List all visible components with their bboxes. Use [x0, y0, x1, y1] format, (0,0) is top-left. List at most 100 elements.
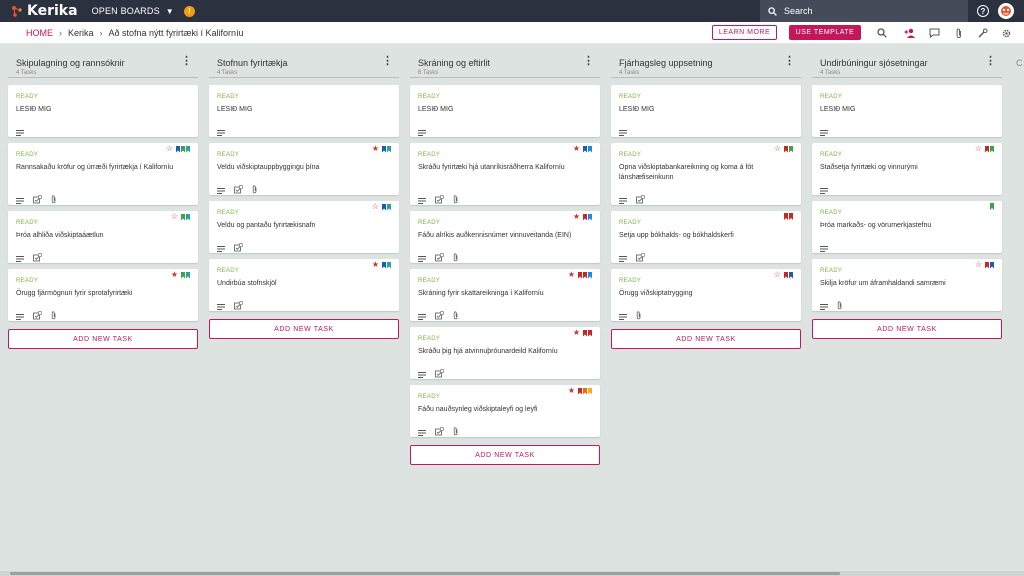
star-filled-icon[interactable]: ★ [171, 271, 178, 279]
task-card[interactable]: READY LESIÐ MIG [8, 85, 198, 137]
column-header[interactable]: Undirbúningur sjósetningar 4 Tasks ⋮ [812, 48, 1002, 78]
learn-more-button[interactable]: LEARN MORE [712, 25, 777, 40]
star-filled-icon[interactable]: ★ [568, 387, 575, 395]
task-card[interactable]: ★ READY Fáðu alríkis auðkennisnúmer vinnuv… [410, 211, 600, 263]
card-status: READY [418, 394, 441, 400]
tag-flag-icon [990, 261, 994, 269]
task-card[interactable]: ★ READY Undirbúa stofnskjöl [209, 259, 399, 311]
kerika-logo[interactable]: Kerika [10, 3, 78, 19]
card-tags: ★ [573, 145, 592, 153]
checklist-icon [435, 249, 445, 267]
card-icons [217, 181, 258, 199]
star-filled-icon[interactable]: ★ [573, 329, 580, 337]
star-outline-icon[interactable]: ☆ [774, 145, 781, 153]
star-outline-icon[interactable]: ☆ [171, 213, 178, 221]
open-boards-menu[interactable]: OPEN BOARDS ▼ [92, 6, 174, 16]
task-card[interactable]: READY Þróa markaðs- og vörumerkjastefnu [812, 201, 1002, 253]
breadcrumb-home[interactable]: HOME [26, 28, 53, 38]
star-filled-icon[interactable]: ★ [372, 261, 379, 269]
task-card[interactable]: ☆ READY Veldu og pantaðu fyrirtækisnafn [209, 201, 399, 253]
task-card[interactable]: ★ READY Skráðu þig hjá atvinnuþróunardeild… [410, 327, 600, 379]
more-vert-icon[interactable]: ⋮ [985, 56, 996, 67]
star-filled-icon[interactable]: ★ [372, 145, 379, 153]
task-card[interactable]: READY LESIÐ MIG [812, 85, 1002, 137]
task-card[interactable]: READY LESIÐ MIG [209, 85, 399, 137]
tag-flag-icon [387, 261, 391, 269]
search-box[interactable]: Search [760, 0, 968, 22]
card-title: Setja upp bókhalds- og bókhaldskerfi [619, 232, 734, 239]
task-card[interactable]: ★ READY Veldu viðskiptauppbyggingu þína [209, 143, 399, 195]
tag-flag-icon [583, 387, 587, 395]
card-status: READY [820, 94, 843, 100]
add-new-task-button[interactable]: ADD NEW TASK [8, 329, 198, 349]
use-template-button[interactable]: USE TEMPLATE [789, 25, 861, 40]
add-new-task-button[interactable]: ADD NEW TASK [611, 329, 801, 349]
description-icon [820, 123, 828, 141]
chat-icon[interactable] [928, 27, 940, 39]
breadcrumb-separator: › [59, 27, 62, 38]
checklist-icon [435, 423, 445, 441]
card-icons [16, 307, 57, 325]
more-vert-icon[interactable]: ⋮ [382, 56, 393, 67]
task-card[interactable]: READY Setja upp bókhalds- og bókhaldskerf… [611, 211, 801, 263]
star-outline-icon[interactable]: ☆ [166, 145, 173, 153]
add-new-task-button[interactable]: ADD NEW TASK [410, 445, 600, 465]
star-outline-icon[interactable]: ☆ [372, 203, 379, 211]
card-title: Skráðu fyrirtæki hjá utanríkisráðherra K… [418, 164, 565, 171]
horizontal-scrollbar[interactable] [0, 571, 1024, 576]
card-status: READY [217, 268, 240, 274]
card-title: Opna viðskiptabankareikning og koma á fó… [619, 164, 754, 181]
column-header[interactable]: Stofnun fyrirtækja 4 Tasks ⋮ [209, 48, 399, 78]
card-icons [418, 249, 459, 267]
task-card[interactable]: ☆ READY Skilja kröfur um áframhaldandi sam… [812, 259, 1002, 311]
avatar[interactable] [998, 3, 1014, 19]
task-card[interactable]: READY LESIÐ MIG [410, 85, 600, 137]
star-filled-icon[interactable]: ★ [568, 271, 575, 279]
column-header[interactable]: Skipulagning og rannsóknir 4 Tasks ⋮ [8, 48, 198, 78]
column-task-count: 4 Tasks [16, 70, 37, 76]
task-card[interactable]: ★ READY Skráðu fyrirtæki hjá utanríkisráðh… [410, 143, 600, 205]
card-tags: ☆ [774, 145, 793, 153]
more-vert-icon[interactable]: ⋮ [181, 56, 192, 67]
add-new-task-button[interactable]: ADD NEW TASK [209, 319, 399, 339]
star-filled-icon[interactable]: ★ [573, 213, 580, 221]
card-icons [217, 239, 244, 257]
breadcrumb-item-account[interactable]: Kerika [68, 28, 94, 38]
column-header[interactable]: Skráning og eftirlit 6 Tasks ⋮ [410, 48, 600, 78]
scrollbar-thumb[interactable] [10, 572, 840, 575]
notification-icon[interactable]: ! [183, 5, 195, 17]
search-icon[interactable] [876, 27, 888, 39]
add-new-task-button[interactable]: ADD NEW TASK [812, 319, 1002, 339]
task-card[interactable]: ☆ READY Þróa alhliða viðskiptaáætlun [8, 211, 198, 263]
star-outline-icon[interactable]: ☆ [975, 261, 982, 269]
task-card[interactable]: ☆ READY Staðsetja fyrirtæki og vinnurými [812, 143, 1002, 195]
task-card[interactable]: ☆ READY Örugg viðskiptatrygging [611, 269, 801, 321]
star-filled-icon[interactable]: ★ [573, 145, 580, 153]
star-outline-icon[interactable]: ☆ [975, 145, 982, 153]
task-card[interactable]: ☆ READY Rannsakaðu kröfur og úrræði fyrirt… [8, 143, 198, 205]
tag-flag-icon [176, 145, 180, 153]
card-title: Örugg fjármögnun fyrir sprotafyrirtæki [16, 290, 133, 297]
task-card[interactable]: ☆ READY Opna viðskiptabankareikning og kom… [611, 143, 801, 205]
task-card[interactable]: ★ READY Örugg fjármögnun fyrir sprotafyrir… [8, 269, 198, 321]
card-title: LESIÐ MIG [16, 106, 52, 113]
settings-icon[interactable] [1000, 27, 1012, 39]
add-person-icon[interactable] [904, 27, 916, 39]
more-vert-icon[interactable]: ⋮ [784, 56, 795, 67]
more-vert-icon[interactable]: ⋮ [583, 56, 594, 67]
tag-flag-icon [387, 203, 391, 211]
tag-flag-icon [186, 271, 190, 279]
star-outline-icon[interactable]: ☆ [774, 271, 781, 279]
card-title: Þróa markaðs- og vörumerkjastefnu [820, 222, 932, 229]
task-card[interactable]: READY LESIÐ MIG [611, 85, 801, 137]
tag-flag-icon [186, 145, 190, 153]
attachment-icon[interactable] [953, 27, 965, 39]
tag-flag-icon [382, 261, 386, 269]
card-icons [820, 181, 828, 199]
help-icon[interactable]: ? [977, 5, 989, 17]
column-header[interactable]: Fjárhagsleg uppsetning 4 Tasks ⋮ [611, 48, 801, 78]
card-tags: ★ [171, 271, 190, 279]
task-card[interactable]: ★ READY Fáðu nauðsynleg viðskiptaleyfi og … [410, 385, 600, 437]
task-card[interactable]: ★ READY Skráning fyrir skattareikninga í K… [410, 269, 600, 321]
wrench-icon[interactable] [977, 27, 989, 39]
